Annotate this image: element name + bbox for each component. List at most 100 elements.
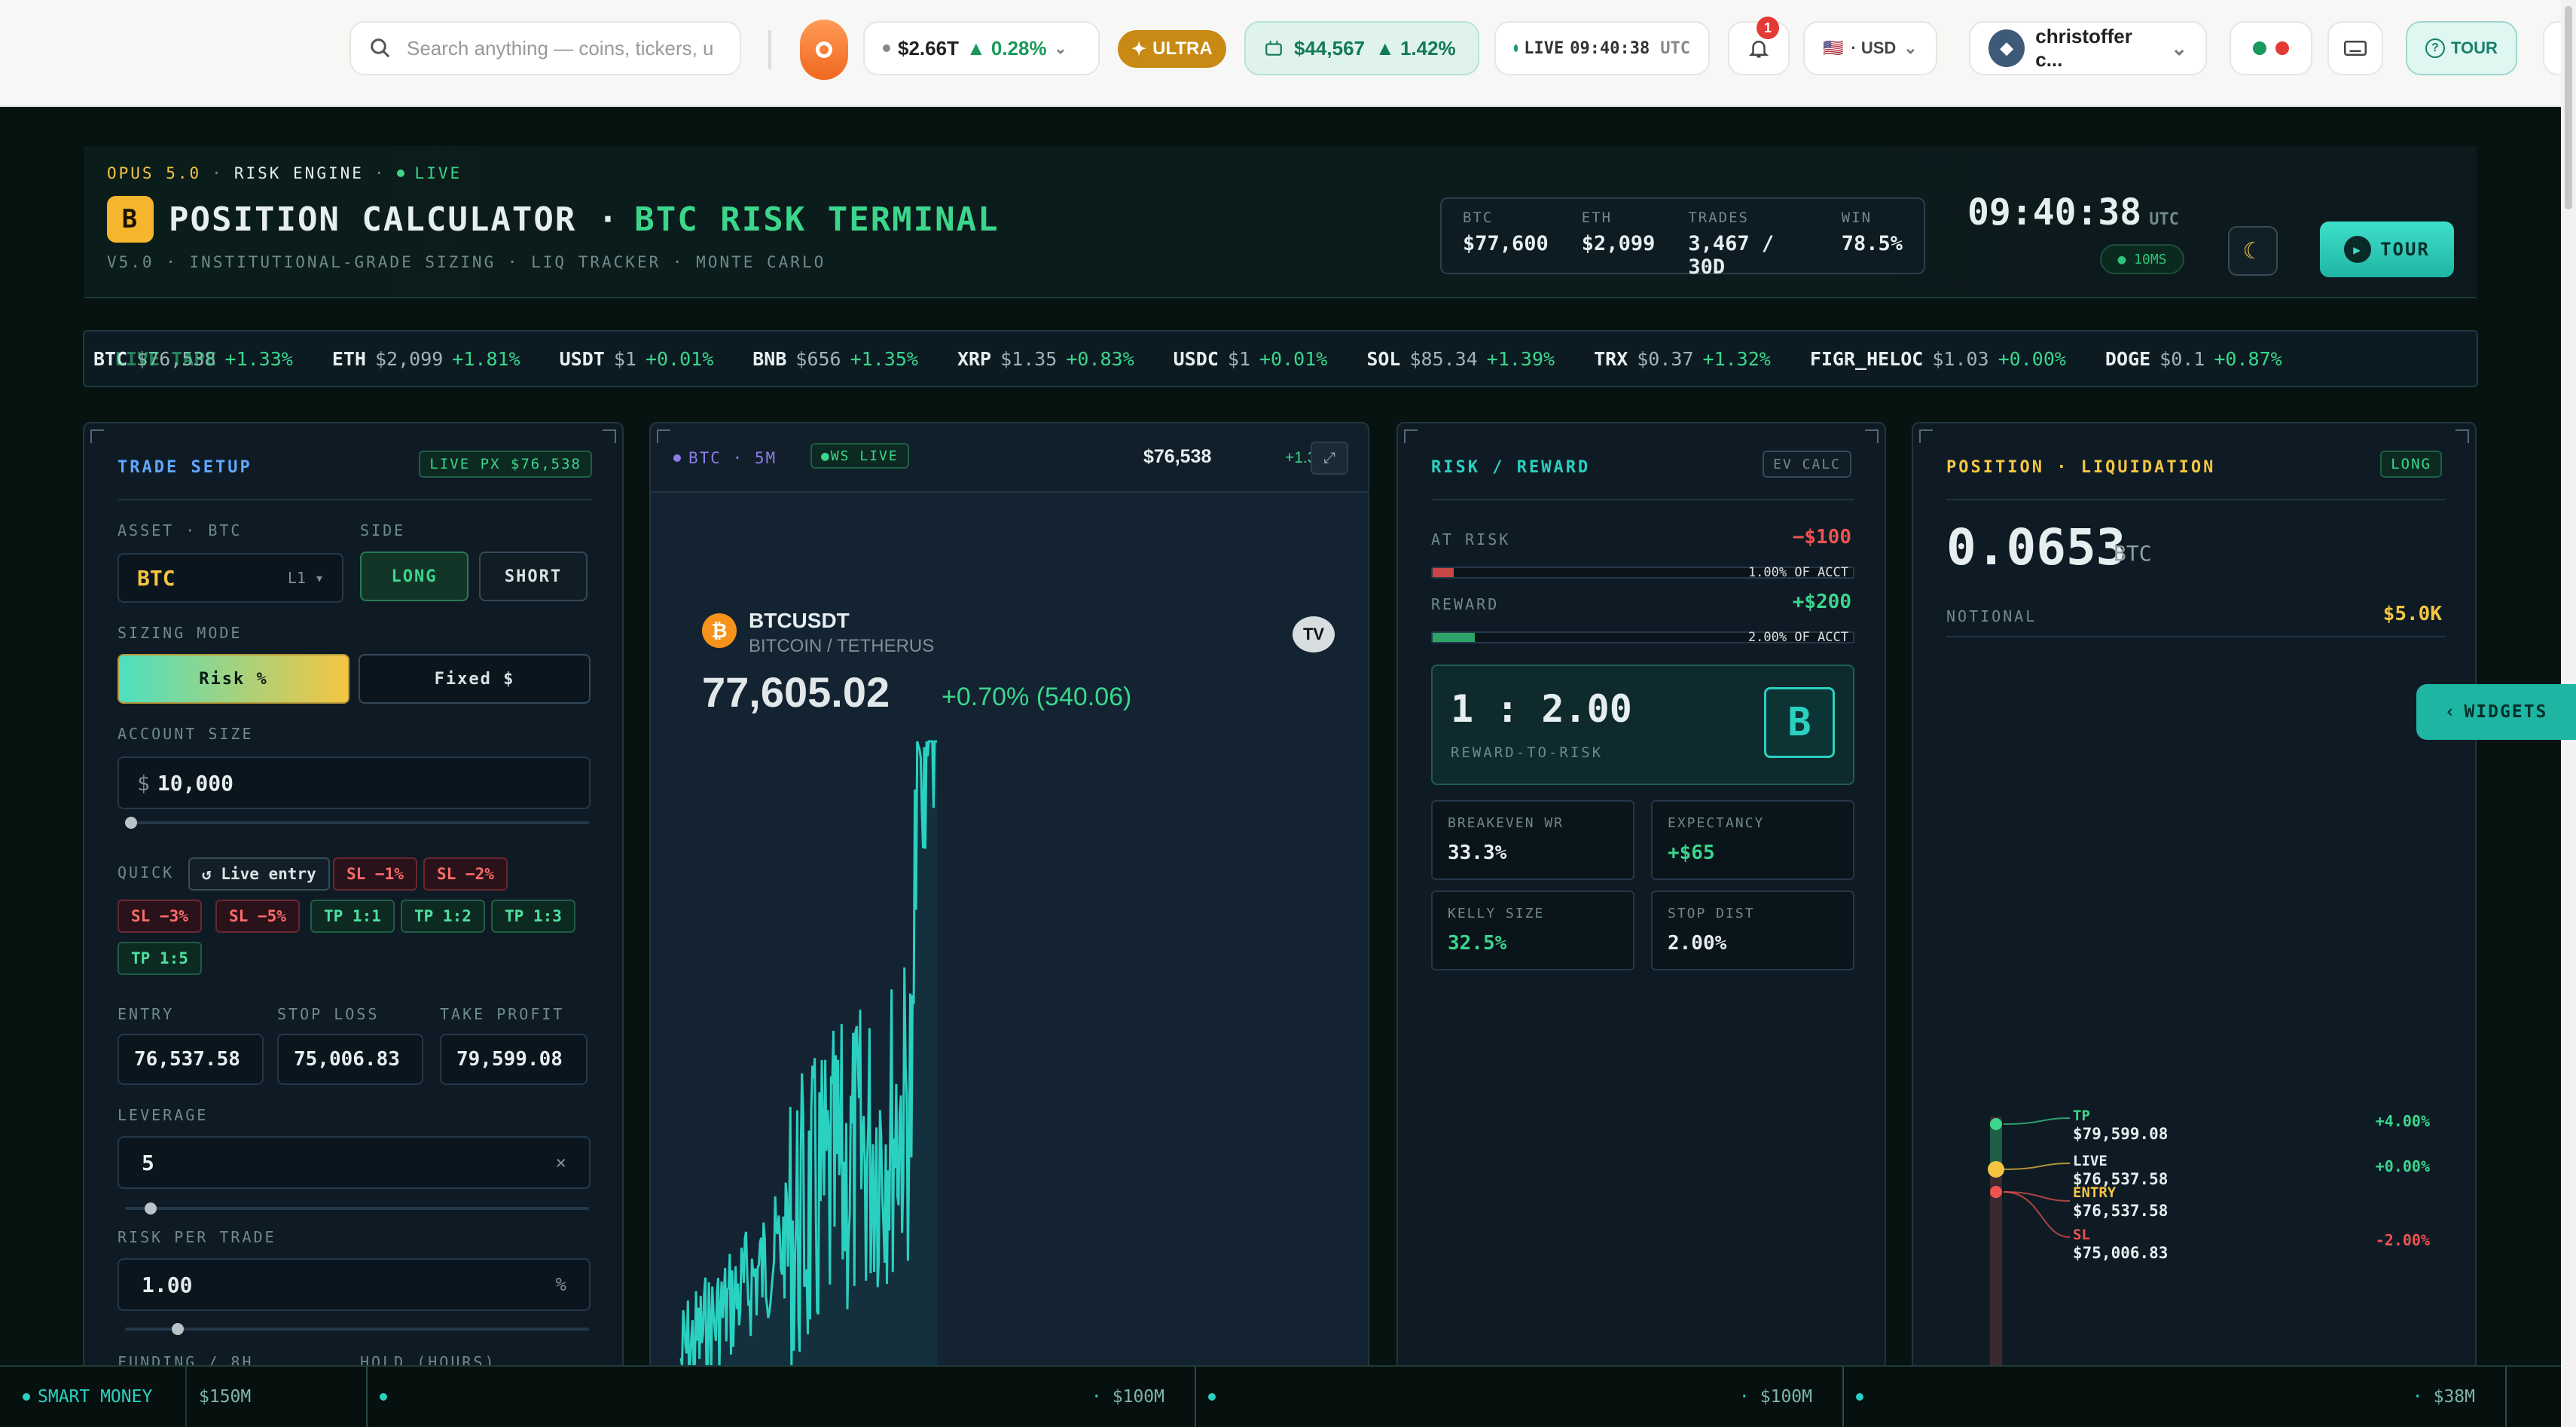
level-label: TP $79,599.08 (2073, 1108, 2169, 1143)
quick-preset-chip[interactable]: ↺ Live entry (188, 857, 330, 891)
quick-preset-chip[interactable]: TP 1:1 (310, 900, 395, 933)
sizing-label: SIZING MODE (118, 624, 243, 642)
live-tape-overlay: LIVE TAPE (114, 347, 217, 370)
ticker-item[interactable]: DOGE $0.1 +0.87% (2105, 348, 2282, 370)
record-icon (816, 41, 832, 58)
app-logo[interactable] (270, 23, 327, 80)
sizing-risk-button[interactable]: Risk % (118, 654, 349, 704)
market-cap-pill[interactable]: $2.66T ▲ 0.28% ⌄ (863, 21, 1100, 75)
smart-money-item[interactable]: · $38M (1844, 1367, 2507, 1427)
avatar: ◆ (1988, 29, 2025, 67)
market-cap-change: ▲ 0.28% (966, 36, 1047, 60)
at-risk-value: −$100 (1792, 526, 1851, 548)
ticker-item[interactable]: FIGR_HELOC $1.03 +0.00% (1810, 348, 2066, 370)
account-size-input[interactable]: $ 10,000 (118, 756, 591, 809)
top-nav: Search anything — coins, tickers, u $2.6… (0, 0, 2565, 107)
asset-select[interactable]: BTC L1 ▾ (118, 553, 343, 603)
ticker-item[interactable]: BNB $656 +1.35% (752, 348, 918, 370)
live-tag: LIVE (414, 164, 462, 182)
tour-button[interactable]: ? TOUR (2406, 21, 2517, 75)
risk-per-trade-value[interactable]: 1.00 (142, 1273, 192, 1297)
live-clock: LIVE 09:40:38 UTC (1494, 21, 1710, 75)
level-label: LIVE $76,537.58 (2073, 1153, 2169, 1188)
quick-preset-chip[interactable]: SL −3% (118, 900, 202, 933)
ticker-item[interactable]: TRX $0.37 +1.32% (1594, 348, 1771, 370)
take-profit-input[interactable]: 79,599.08 (440, 1034, 588, 1085)
level-pct: +4.00% (2375, 1112, 2430, 1130)
sizing-fixed-button[interactable]: Fixed $ (359, 654, 591, 704)
at-risk-label: AT RISK (1431, 530, 1511, 548)
account-size-value[interactable]: 10,000 (157, 771, 233, 796)
keyboard-shortcuts-button[interactable] (2327, 21, 2383, 75)
side-short-button[interactable]: SHORT (479, 552, 588, 601)
notifications-button[interactable]: 1 (1728, 17, 1790, 75)
leverage-input[interactable]: 5 × (118, 1136, 591, 1189)
slider-knob[interactable] (145, 1202, 157, 1215)
side-long-button[interactable]: LONG (360, 552, 469, 601)
quick-preset-chip[interactable]: TP 1:3 (491, 900, 575, 933)
theme-toggle-moon-icon[interactable]: ☾ (2228, 226, 2278, 276)
clear-icon[interactable]: × (556, 1152, 566, 1173)
ticker-item[interactable]: USDT $1 +0.01% (560, 348, 714, 370)
live-label: LIVE (1524, 38, 1564, 58)
quick-preset-chip[interactable]: TP 1:5 (118, 942, 202, 975)
currency-select[interactable]: 🇺🇸 · USD ⌄ (1803, 21, 1937, 75)
risk-slider[interactable] (125, 1323, 589, 1335)
level-pct: -2.00% (2375, 1231, 2430, 1249)
quick-preset-chip[interactable]: SL −1% (333, 857, 417, 891)
quick-preset-chip[interactable]: TP 1:2 (401, 900, 485, 933)
smart-money-label: SMART MONEY (0, 1367, 187, 1427)
nav-divider (768, 30, 771, 69)
ticker-item[interactable]: XRP $1.35 +0.83% (957, 348, 1134, 370)
account-label: ACCOUNT SIZE (118, 725, 254, 743)
wallet-pill[interactable]: $44,567 ▲ 1.42% (1244, 21, 1479, 75)
slider-knob[interactable] (172, 1323, 184, 1335)
slider-knob[interactable] (125, 817, 137, 829)
liquidation-ladder (1988, 1117, 2071, 1370)
stop-loss-input[interactable]: 75,006.83 (277, 1034, 423, 1085)
leverage-slider[interactable] (125, 1202, 589, 1215)
help-icon: ? (2425, 38, 2445, 58)
metric-card: BREAKEVEN WR 33.3% (1431, 800, 1634, 880)
grade-badge: B (1764, 687, 1835, 758)
scrollbar-thumb[interactable] (2565, 6, 2572, 209)
chart-price: $76,538 (1143, 446, 1212, 467)
level-connector (2003, 1191, 2071, 1238)
widgets-drawer-button[interactable]: ‹ WIDGETS (2416, 684, 2576, 740)
search-placeholder[interactable]: Search anything — coins, tickers, u (407, 37, 714, 60)
ratio-label: REWARD-TO-RISK (1451, 744, 1604, 761)
header-divider (84, 297, 2477, 298)
expand-icon[interactable]: ⤢ (1311, 442, 1348, 475)
ratio-value: 1 : 2.00 (1451, 687, 1632, 731)
entry-input[interactable]: 76,537.58 (118, 1034, 264, 1085)
chevron-left-icon: ‹ (2444, 702, 2457, 722)
quick-preset-chip[interactable]: SL −5% (215, 900, 300, 933)
risk-per-trade-input[interactable]: 1.00 % (118, 1258, 591, 1311)
smart-money-item[interactable]: · $100M (1196, 1367, 1844, 1427)
reward-label: REWARD (1431, 595, 1500, 613)
chart-tag: BTC · 5M (673, 449, 777, 467)
leverage-value[interactable]: 5 (142, 1150, 154, 1175)
ticker-item[interactable]: ETH $2,099 +1.81% (332, 348, 520, 370)
search-bar[interactable]: Search anything — coins, tickers, u (349, 21, 741, 75)
stat-btc: BTC $77,600 (1463, 209, 1549, 255)
ticker-item[interactable]: BTC $76,538 +1.33% LIVE TAPE (93, 348, 293, 370)
user-menu[interactable]: ◆ christoffer c... ⌄ (1969, 21, 2207, 75)
account-size-slider[interactable] (125, 817, 589, 829)
smart-money-item[interactable]: · $100M (368, 1367, 1196, 1427)
tour-button-main[interactable]: ▶ TOUR (2320, 222, 2454, 277)
price-line-chart (679, 740, 937, 1370)
ticker-item[interactable]: SOL $85.34 +1.39% (1366, 348, 1555, 370)
level-marker (1988, 1161, 2004, 1178)
notification-count: 1 (1757, 17, 1779, 39)
wallet-change: ▲ 1.42% (1375, 36, 1456, 60)
record-button[interactable] (800, 20, 848, 80)
ticker-item[interactable]: USDC $1 +0.01% (1174, 348, 1328, 370)
status-toggles[interactable] (2230, 21, 2312, 75)
smart-money-item[interactable]: $150M (187, 1367, 368, 1427)
quick-preset-chip[interactable]: SL −2% (423, 857, 508, 891)
entry-label: ENTRY (118, 1005, 175, 1023)
ultra-button[interactable]: ✦ ULTRA (1118, 30, 1226, 68)
green-status-icon (2253, 41, 2266, 55)
tradingview-widget[interactable]: ₿ BTCUSDT BITCOIN / TETHERUS 77,605.02 +… (651, 493, 1368, 1370)
